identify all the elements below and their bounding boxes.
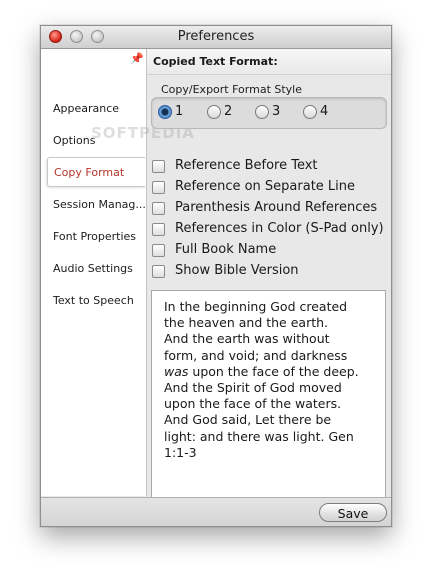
radio-selected-icon (158, 105, 172, 119)
format-style-label: Copy/Export Format Style (161, 83, 303, 96)
preview-line: In the beginning God created (164, 299, 348, 314)
preferences-window: Preferences 📌 Appearance Options Copy Fo… (40, 25, 392, 527)
preview-line: And the earth was without (164, 331, 330, 347)
checkbox-label: Reference on Separate Line (175, 179, 356, 194)
radio-label: 1 (175, 104, 184, 119)
preview-line: And God said, Let there be (164, 412, 332, 428)
pin-icon[interactable]: 📌 (130, 52, 144, 66)
sidebar-item-text-to-speech[interactable]: Text to Speech (41, 286, 145, 316)
radio-icon (255, 105, 269, 119)
checkbox-label: Parenthesis Around References (175, 200, 378, 215)
parenthesis-around-references-checkbox[interactable]: Parenthesis Around References (151, 199, 387, 219)
sidebar-item-session-manager[interactable]: Session Manag... (41, 190, 145, 220)
checkbox-icon (152, 244, 165, 257)
format-style-radio-group: 1 2 3 4 (151, 97, 387, 129)
preview-line: the heaven and the earth. (164, 315, 329, 331)
checkbox-icon (152, 202, 165, 215)
preview-line: form, and void; and darkness (164, 347, 348, 363)
show-bible-version-checkbox[interactable]: Show Bible Version (151, 262, 387, 282)
sidebar-item-audio-settings[interactable]: Audio Settings (41, 254, 145, 284)
sidebar-item-appearance[interactable]: Appearance (41, 94, 145, 124)
preview-line: And the Spirit of God moved (164, 380, 342, 396)
checkbox-icon (152, 160, 165, 173)
checkbox-label: Show Bible Version (175, 263, 299, 278)
preview-italic-word: was (164, 363, 189, 379)
sidebar-item-copy-format[interactable]: Copy Format (47, 157, 145, 187)
footer-bar: Save (41, 497, 391, 526)
preview-line: 1:1-3 (164, 444, 197, 460)
references-in-color-checkbox[interactable]: References in Color (S-Pad only) (151, 220, 387, 240)
sidebar: 📌 Appearance Options Copy Format Session… (41, 49, 147, 496)
preview-text-area[interactable]: In the beginning God created the heaven … (151, 290, 386, 513)
checkbox-label: References in Color (S-Pad only) (175, 221, 384, 236)
preview-line: upon the face of the waters. (164, 396, 342, 412)
save-button[interactable]: Save (319, 503, 387, 522)
reference-separate-line-checkbox[interactable]: Reference on Separate Line (151, 178, 387, 198)
checkbox-icon (152, 265, 165, 278)
preview-line: was upon the face of the deep. (164, 364, 373, 380)
radio-label: 3 (272, 104, 281, 119)
sidebar-item-font-properties[interactable]: Font Properties (41, 222, 145, 252)
preview-line: light: and there was light. Gen (164, 428, 354, 444)
radio-label: 2 (224, 104, 233, 119)
window-title: Preferences (177, 29, 255, 44)
reference-before-text-checkbox[interactable]: Reference Before Text (151, 157, 387, 177)
checkbox-label: Reference Before Text (175, 158, 318, 173)
checkbox-label: Full Book Name (175, 242, 277, 257)
title-bar[interactable]: Preferences (41, 26, 391, 49)
checkbox-icon (152, 223, 165, 236)
section-title: Copied Text Format: (147, 49, 391, 75)
copy-format-panel: Copied Text Format: Copy/Export Format S… (147, 49, 391, 513)
full-book-name-checkbox[interactable]: Full Book Name (151, 241, 387, 261)
preview-line-text: upon the face of the deep. (192, 363, 359, 379)
radio-icon (303, 105, 317, 119)
radio-icon (207, 105, 221, 119)
checkbox-icon (152, 181, 165, 194)
radio-label: 4 (320, 104, 329, 119)
